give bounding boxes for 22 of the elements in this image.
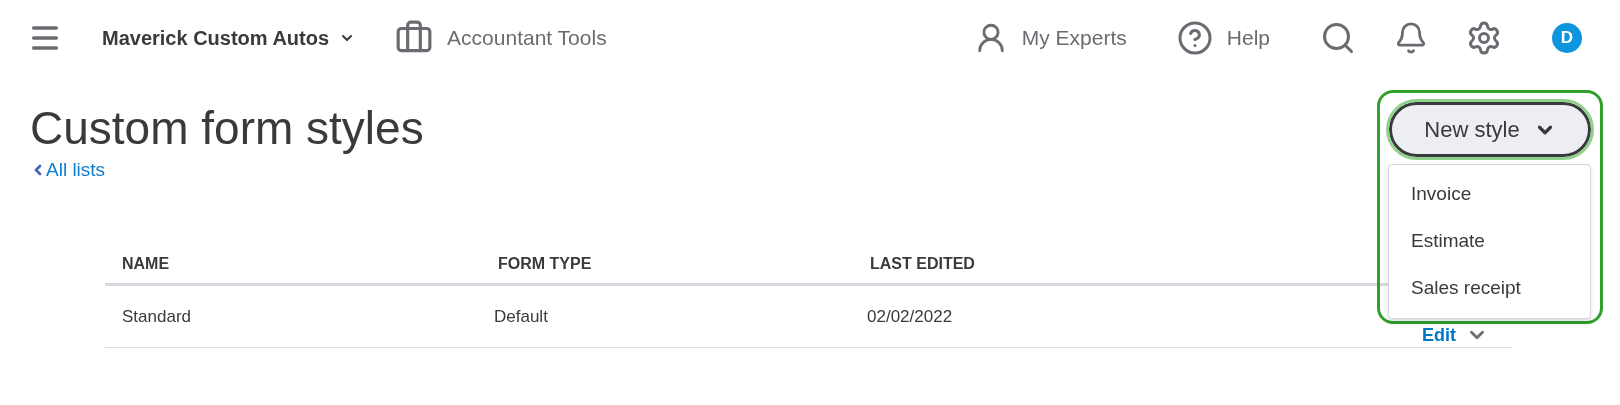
my-experts-link[interactable]: My Experts	[1021, 22, 1127, 54]
bell-icon[interactable]	[1394, 20, 1428, 56]
company-switcher[interactable]: Maverick Custom Autos	[102, 23, 356, 53]
table-cell-text: Default	[493, 306, 549, 328]
column-header: NAME	[121, 253, 171, 274]
menu-item[interactable]: Estimate	[1389, 218, 1590, 265]
settings-icon[interactable]	[1466, 20, 1502, 56]
new-style-button[interactable]: New style	[1389, 102, 1591, 157]
column-header: FORM TYPE	[497, 253, 593, 274]
page-title: Custom form styles	[30, 101, 424, 156]
help-icon[interactable]	[1176, 20, 1213, 56]
table-cell-text: 02/02/2022	[866, 306, 953, 328]
accountant-tools-link[interactable]: Accountant Tools	[447, 22, 607, 54]
menu-item[interactable]: Invoice	[1389, 171, 1590, 218]
table-cell-text: Standard	[121, 306, 192, 328]
search-icon[interactable]	[1320, 20, 1356, 56]
edit-link[interactable]: Edit	[1422, 324, 1456, 345]
column-header: LAST EDITED	[869, 253, 975, 274]
menu-item[interactable]: Sales receipt	[1389, 265, 1590, 312]
back-link[interactable]: All lists	[30, 156, 106, 185]
user-avatar[interactable]: D	[1552, 23, 1582, 53]
help-link[interactable]: Help	[1226, 22, 1270, 54]
